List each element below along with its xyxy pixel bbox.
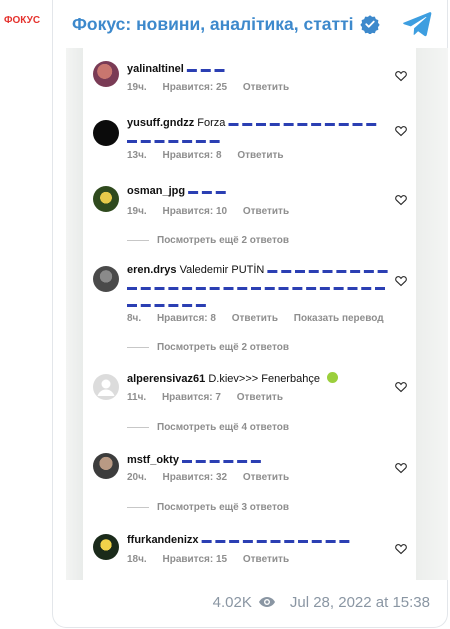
- view-more-replies-label[interactable]: Посмотреть ещё 2 ответов: [157, 235, 289, 246]
- like-heart-icon[interactable]: [395, 381, 407, 393]
- comment-likes[interactable]: Нравится: 15: [163, 554, 228, 565]
- comment-meta: 13ч. Нравится: 8 Ответить: [127, 150, 297, 161]
- comment-username[interactable]: ffurkandenizx: [127, 534, 199, 546]
- like-heart-icon[interactable]: [395, 194, 407, 206]
- reply-link[interactable]: Ответить: [243, 206, 289, 217]
- telegram-icon[interactable]: [402, 11, 432, 37]
- comment-time: 19ч.: [127, 206, 147, 217]
- comment-meta: 8ч. Нравится: 8 Ответить Показать перево…: [127, 313, 397, 324]
- comment-likes[interactable]: Нравится: 25: [163, 82, 228, 93]
- user-avatar[interactable]: [93, 453, 119, 479]
- user-avatar[interactable]: [93, 61, 119, 87]
- comment-text: Valedemir PUTİN: [179, 264, 265, 276]
- comment-username[interactable]: eren.drys: [127, 264, 177, 276]
- comment-text: D.kiev>>> Fenerbahçe: [208, 373, 320, 385]
- comment-time: 11ч.: [127, 392, 147, 403]
- russia-flag-emojis: ▬ ▬ ▬: [186, 64, 225, 75]
- show-translation-link[interactable]: Показать перевод: [294, 313, 384, 324]
- view-more-replies-label[interactable]: Посмотреть ещё 2 ответов: [157, 342, 289, 353]
- channel-title[interactable]: Фокус: новини, аналітика, статті: [72, 14, 354, 35]
- comment-username[interactable]: mstf_okty: [127, 454, 179, 466]
- comment-time: 19ч.: [127, 82, 147, 93]
- comment-time: 8ч.: [127, 313, 142, 324]
- comment-time: 13ч.: [127, 150, 147, 161]
- eye-icon: [258, 597, 275, 607]
- comment-meta: 18ч. Нравится: 15 Ответить: [127, 554, 302, 565]
- view-count: 4.02K: [212, 593, 252, 611]
- screenshot-margin-right: [416, 48, 448, 580]
- like-heart-icon[interactable]: [395, 543, 407, 555]
- reply-link[interactable]: Ответить: [237, 150, 283, 161]
- view-more-replies[interactable]: Посмотреть ещё 3 ответов: [127, 502, 289, 513]
- post-date: Jul 28, 2022 at 15:38: [289, 593, 430, 611]
- comment-likes[interactable]: Нравится: 32: [163, 472, 228, 483]
- comment-text: Forza: [197, 117, 226, 129]
- screenshot-margin-left: [66, 48, 83, 580]
- like-heart-icon[interactable]: [395, 462, 407, 474]
- comment-username[interactable]: yusuff.gndzz: [127, 117, 194, 129]
- comment-likes[interactable]: Нравится: 7: [162, 392, 221, 403]
- russia-flag-emojis: ▬ ▬ ▬ ▬ ▬ ▬ ▬ ▬ ▬ ▬ ▬: [201, 535, 350, 546]
- post-header: Фокус: новини, аналітика, статті: [52, 0, 450, 48]
- comment-meta: 19ч. Нравится: 10 Ответить: [127, 206, 302, 217]
- comment-username[interactable]: osman_jpg: [127, 185, 185, 197]
- russia-flag-emojis: ▬ ▬ ▬ ▬ ▬ ▬: [182, 455, 262, 466]
- channel-logo[interactable]: ФОКУС: [0, 0, 44, 40]
- view-more-replies[interactable]: Посмотреть ещё 4 ответов: [127, 422, 289, 433]
- replies-divider-line: [127, 240, 149, 241]
- comment-meta: 20ч. Нравится: 32 Ответить: [127, 472, 302, 483]
- replies-divider-line: [127, 427, 149, 428]
- russia-flag-emojis: ▬ ▬ ▬: [188, 186, 227, 197]
- telegram-post-frame: ФОКУС Фокус: новини, аналітика, статті y…: [0, 0, 450, 629]
- reply-link[interactable]: Ответить: [243, 554, 289, 565]
- comment-likes[interactable]: Нравится: 8: [163, 150, 222, 161]
- comment-meta: 19ч. Нравится: 25 Ответить: [127, 82, 302, 93]
- reply-link[interactable]: Ответить: [232, 313, 278, 324]
- like-heart-icon[interactable]: [395, 125, 407, 137]
- view-more-replies[interactable]: Посмотреть ещё 2 ответов: [127, 235, 289, 246]
- default-avatar-icon: [97, 379, 115, 396]
- comment-time: 18ч.: [127, 554, 147, 565]
- user-avatar[interactable]: [93, 534, 119, 560]
- comments-screenshot: yalinaltinel ▬ ▬ ▬ 19ч. Нравится: 25 Отв…: [83, 48, 416, 580]
- like-heart-icon[interactable]: [395, 70, 407, 82]
- reply-link[interactable]: Ответить: [243, 82, 289, 93]
- comment-username[interactable]: yalinaltinel: [127, 63, 184, 75]
- comment-likes[interactable]: Нравится: 10: [163, 206, 228, 217]
- replies-divider-line: [127, 347, 149, 348]
- user-avatar[interactable]: [93, 120, 119, 146]
- reply-link[interactable]: Ответить: [243, 472, 289, 483]
- user-avatar[interactable]: [93, 266, 119, 292]
- replies-divider-line: [127, 507, 149, 508]
- view-more-replies-label[interactable]: Посмотреть ещё 3 ответов: [157, 502, 289, 513]
- view-more-replies[interactable]: Посмотреть ещё 2 ответов: [127, 342, 289, 353]
- comment-time: 20ч.: [127, 472, 147, 483]
- tennis-ball-emoji: [327, 372, 339, 383]
- user-avatar[interactable]: [93, 374, 119, 400]
- comment-username[interactable]: alperensivaz61: [127, 373, 205, 385]
- user-avatar[interactable]: [93, 186, 119, 212]
- like-heart-icon[interactable]: [395, 275, 407, 287]
- comment-likes[interactable]: Нравится: 8: [157, 313, 216, 324]
- post-footer: 4.02K Jul 28, 2022 at 15:38: [52, 584, 430, 620]
- view-more-replies-label[interactable]: Посмотреть ещё 4 ответов: [157, 422, 289, 433]
- verified-icon: [359, 15, 380, 34]
- reply-link[interactable]: Ответить: [237, 392, 283, 403]
- comment-meta: 11ч. Нравится: 7 Ответить: [127, 392, 296, 403]
